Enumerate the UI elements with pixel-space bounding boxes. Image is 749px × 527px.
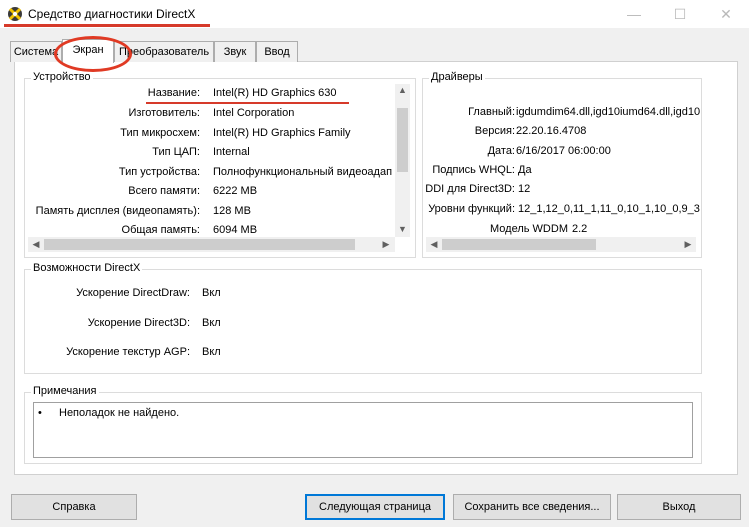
tab-label: Ввод: [264, 46, 290, 58]
next-page-button[interactable]: Следующая страница: [305, 494, 445, 520]
device-type-value: Полнофункциональный видеоадап: [213, 166, 393, 178]
drivers-heading: Драйверы: [429, 71, 485, 83]
driver-date-label: Дата:: [487, 145, 515, 157]
directx-icon: [7, 6, 23, 22]
scroll-down-icon[interactable]: ▼: [395, 224, 410, 234]
direct3d-value: Вкл: [202, 317, 221, 329]
scroll-thumb[interactable]: [397, 108, 408, 172]
help-button[interactable]: Справка: [11, 494, 137, 520]
driver-main-value: igdumdim64.dll,igd10iumd64.dll,igd10iu: [516, 106, 700, 118]
tab-sound[interactable]: Звук: [214, 41, 256, 62]
scroll-thumb[interactable]: [442, 239, 596, 250]
device-type-label: Тип устройства:: [118, 166, 200, 178]
tab-input[interactable]: Ввод: [256, 41, 298, 62]
save-all-button[interactable]: Сохранить все сведения...: [453, 494, 611, 520]
driver-version-label: Версия:: [474, 125, 515, 137]
agp-label: Ускорение текстур AGP:: [66, 346, 190, 358]
scroll-up-icon[interactable]: ▲: [395, 85, 410, 95]
manufacturer-label: Изготовитель:: [128, 107, 201, 119]
manufacturer-value: Intel Corporation: [213, 107, 295, 119]
display-memory-value: 128 MB: [213, 205, 251, 217]
ddi-label: DDI для Direct3D:: [425, 183, 515, 195]
scroll-left-icon[interactable]: ◀: [428, 239, 440, 250]
tab-label: Система: [13, 46, 59, 58]
notes-heading: Примечания: [31, 385, 99, 397]
whql-label: Подпись WHQL:: [432, 164, 515, 176]
drivers-horizontal-scrollbar[interactable]: ◀ ▶: [426, 237, 696, 252]
total-memory-label: Всего памяти:: [128, 185, 200, 197]
chip-type-value: Intel(R) HD Graphics Family: [213, 127, 351, 139]
directdraw-value: Вкл: [202, 287, 221, 299]
notes-bullet: •: [38, 407, 42, 419]
tab-label: Звук: [223, 46, 247, 58]
scroll-right-icon[interactable]: ▶: [682, 239, 694, 250]
maximize-button[interactable]: ☐: [657, 0, 703, 28]
shared-memory-value: 6094 MB: [213, 224, 258, 236]
device-name-value: Intel(R) HD Graphics 630: [213, 87, 337, 99]
tab-label: Преобразователь: [118, 46, 210, 58]
window-title: Средство диагностики DirectX: [28, 7, 196, 21]
annotation-underline: [4, 24, 210, 27]
directdraw-label: Ускорение DirectDraw:: [76, 287, 190, 299]
shared-memory-label: Общая память:: [121, 224, 200, 236]
agp-value: Вкл: [202, 346, 221, 358]
wddm-label: Модель WDDM: [490, 223, 568, 235]
scroll-thumb[interactable]: [44, 239, 355, 250]
driver-date-value: 6/16/2017 06:00:00: [516, 145, 611, 157]
feature-levels-value: 12_1,12_0,11_1,11_0,10_1,10_0,9_3: [518, 203, 700, 215]
annotation-underline: [146, 102, 349, 104]
display-memory-label: Память дисплея (видеопамять):: [35, 205, 200, 217]
driver-main-label: Главный:: [468, 106, 515, 118]
dac-type-value: Internal: [213, 146, 250, 158]
wddm-value: 2.2: [572, 223, 588, 235]
title-bar: Средство диагностики DirectX — ☐ ✕: [0, 0, 749, 28]
direct3d-label: Ускорение Direct3D:: [87, 317, 190, 329]
dac-type-label: Тип ЦАП:: [152, 146, 200, 158]
whql-value: Да: [518, 164, 532, 176]
feature-levels-label: Уровни функций:: [428, 203, 515, 215]
chip-type-label: Тип микросхем:: [120, 127, 200, 139]
annotation-circle: [54, 36, 132, 72]
close-button[interactable]: ✕: [703, 0, 749, 28]
directx-features-heading: Возможности DirectX: [31, 262, 143, 274]
total-memory-value: 6222 MB: [213, 185, 258, 197]
driver-version-value: 22.20.16.4708: [516, 125, 587, 137]
device-horizontal-scrollbar[interactable]: ◀ ▶: [28, 237, 395, 252]
ddi-value: 12: [518, 183, 531, 195]
device-heading: Устройство: [31, 71, 93, 83]
notes-textbox[interactable]: • Неполадок не найдено.: [33, 402, 693, 458]
minimize-button[interactable]: —: [611, 0, 657, 28]
device-name-label: Название:: [147, 87, 200, 99]
notes-item: Неполадок не найдено.: [59, 407, 180, 419]
scroll-left-icon[interactable]: ◀: [30, 239, 42, 250]
scroll-right-icon[interactable]: ▶: [380, 239, 392, 250]
device-vertical-scrollbar[interactable]: ▲ ▼: [395, 84, 410, 237]
exit-button[interactable]: Выход: [617, 494, 741, 520]
